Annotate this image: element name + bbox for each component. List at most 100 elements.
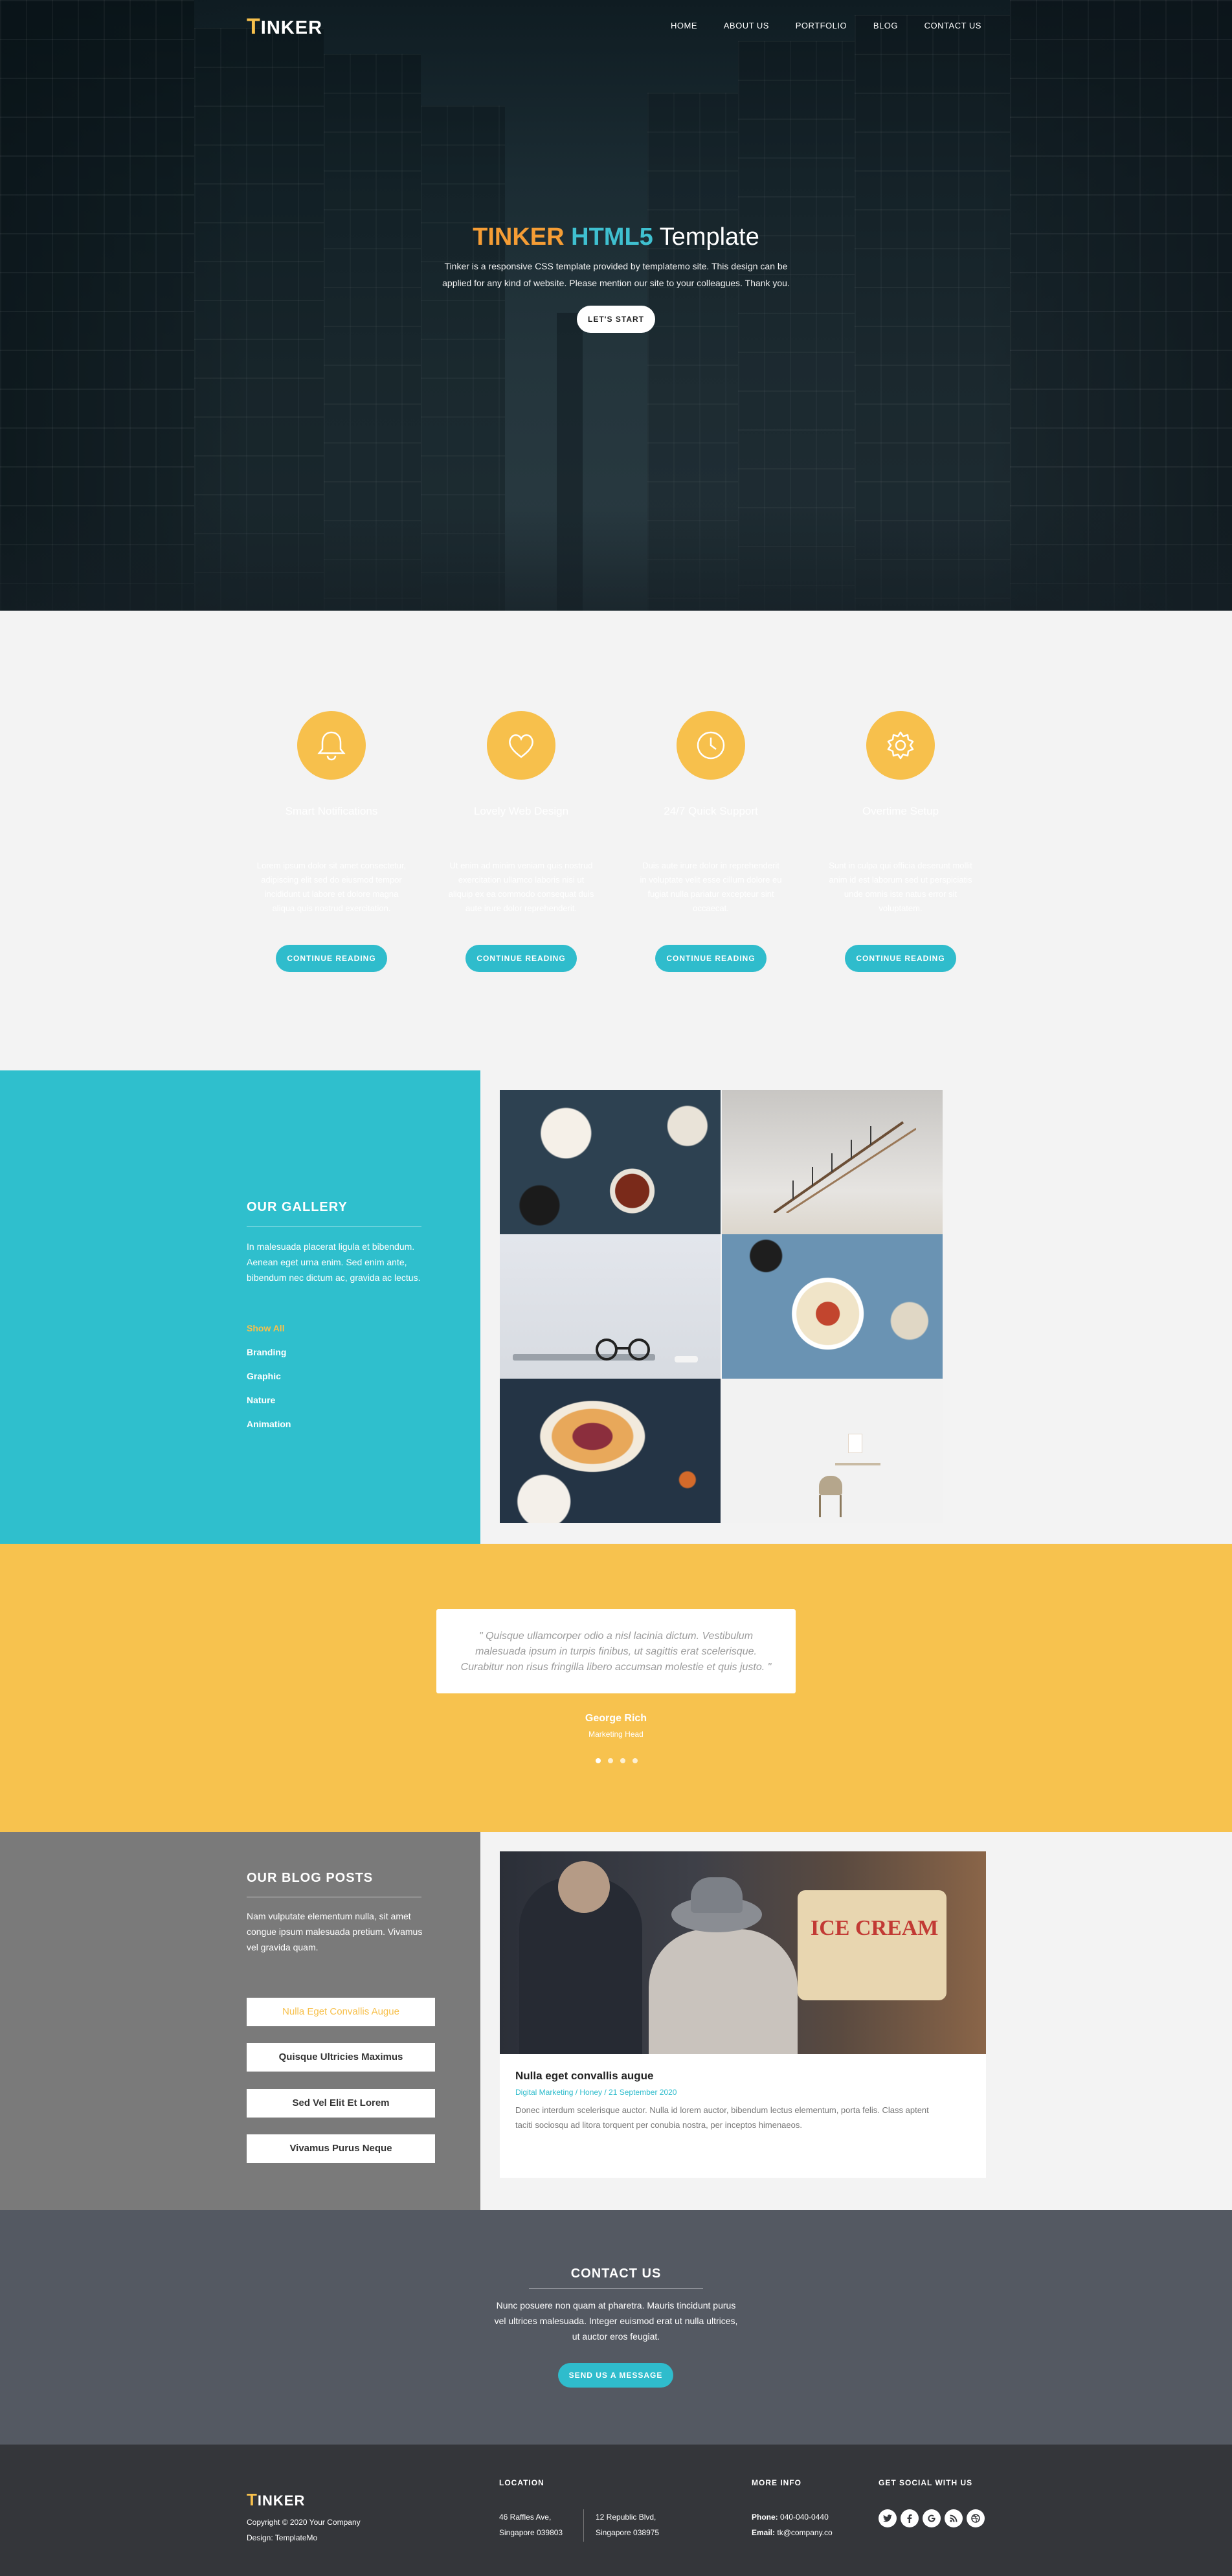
blog-post-link-3[interactable]: Sed Vel Elit Et Lorem: [247, 2089, 435, 2118]
feature-1-continue-button[interactable]: CONTINUE READING: [276, 945, 387, 972]
feature-4-title: Overtime Setup: [862, 805, 939, 817]
blog-post-link-1[interactable]: Nulla Eget Convallis Augue: [247, 1998, 435, 2026]
gallery-image-chair-desk[interactable]: [722, 1379, 943, 1523]
filter-branding[interactable]: Branding: [247, 1347, 286, 1357]
hero-section: TINKER HOME ABOUT US PORTFOLIO BLOG CONT…: [0, 0, 1232, 611]
feature-4-text: Sunt in culpa qui officia deserunt molli…: [829, 861, 972, 913]
footer-logo-initial: T: [247, 2490, 258, 2509]
bell-icon: [317, 731, 346, 761]
feature-3-title: 24/7 Quick Support: [664, 805, 758, 817]
footer-email[interactable]: tk@company.co: [777, 2528, 832, 2537]
feature-1-title: Smart Notifications: [285, 805, 378, 817]
footer-location-heading: LOCATION: [499, 2478, 544, 2487]
blog-post-link-4[interactable]: Vivamus Purus Neque: [247, 2134, 435, 2163]
hero-title-part1: TINKER: [473, 223, 565, 251]
gallery-image-breakfast-bowl[interactable]: [722, 1234, 943, 1379]
contact-title-divider: [529, 2288, 703, 2289]
blog-post-image[interactable]: ICE CREAM: [500, 1851, 986, 2054]
footer-more-info-heading: MORE INFO: [752, 2478, 801, 2487]
nav-contact-us[interactable]: CONTACT US: [924, 21, 981, 30]
testimonial-quote: " Quisque ullamcorper odio a nisl lacini…: [460, 1631, 772, 1673]
lets-start-button[interactable]: LET'S START: [577, 306, 655, 333]
feature-3-icon-circle: [677, 711, 745, 780]
feature-2-title: Lovely Web Design: [473, 805, 569, 817]
carousel-dot-1[interactable]: [596, 1758, 601, 1763]
carousel-dot-2[interactable]: [608, 1758, 613, 1763]
google-icon[interactable]: [923, 2509, 941, 2527]
footer-design-credit[interactable]: Design: TemplateMo: [247, 2530, 317, 2546]
filter-animation[interactable]: Animation: [247, 1419, 291, 1429]
rss-icon[interactable]: [945, 2509, 963, 2527]
hero-title-part3: Template: [659, 223, 759, 251]
filter-nature[interactable]: Nature: [247, 1395, 275, 1405]
blog-post-title[interactable]: Nulla eget convallis augue: [515, 2070, 654, 2083]
features-section: Smart Notifications Lorem ipsum dolor si…: [0, 611, 1232, 1070]
logo-initial: T: [247, 14, 261, 39]
nav-about-us[interactable]: ABOUT US: [724, 21, 769, 30]
hero-description: Tinker is a responsive CSS template prov…: [0, 258, 1232, 291]
testimonial-card: " Quisque ullamcorper odio a nisl lacini…: [436, 1609, 796, 1693]
gallery-image-staircase[interactable]: [722, 1090, 943, 1234]
blog-description: Nam vulputate elementum nulla, sit amet c…: [247, 1911, 423, 1952]
gallery-info-panel: OUR GALLERY In malesuada placerat ligula…: [0, 1070, 480, 1544]
gallery-image-fruit-platter[interactable]: [500, 1379, 721, 1523]
clock-icon: [697, 731, 725, 760]
contact-title: CONTACT US: [570, 2266, 662, 2281]
feature-2-icon-circle: [487, 711, 555, 780]
logo-text: INKER: [260, 17, 323, 38]
testimonial-section: " Quisque ullamcorper odio a nisl lacini…: [0, 1544, 1232, 1832]
filter-graphic[interactable]: Graphic: [247, 1371, 281, 1381]
hero-title-part2: HTML5: [571, 223, 653, 251]
send-message-button[interactable]: SEND US A MESSAGE: [558, 2363, 673, 2388]
footer-address-divider: [583, 2509, 584, 2542]
filter-show-all[interactable]: Show All: [247, 1323, 285, 1333]
footer-contact-info: Phone: 040-040-0440 Email: tk@company.co: [752, 2513, 833, 2537]
blog-post-meta: Digital Marketing / Honey / 21 September…: [515, 2088, 677, 2097]
footer-phone[interactable]: 040-040-0440: [780, 2513, 829, 2522]
blog-post-card: ICE CREAM Nulla eget convallis augue Dig…: [500, 1851, 986, 2178]
feature-1-icon-circle: [297, 711, 366, 780]
dribbble-icon[interactable]: [967, 2509, 985, 2527]
site-footer: TINKER Copyright © 2020 Your Company Des…: [0, 2445, 1232, 2576]
footer-logo[interactable]: TINKER: [247, 2490, 305, 2510]
feature-4-continue-button[interactable]: CONTINUE READING: [845, 945, 956, 972]
feature-4-icon-circle: [866, 711, 935, 780]
feature-2-continue-button[interactable]: CONTINUE READING: [465, 945, 577, 972]
feature-1-text: Lorem ipsum dolor sit amet consectetur, a…: [256, 861, 407, 913]
testimonial-role: Marketing Head: [588, 1730, 644, 1739]
footer-address-2: 12 Republic Blvd, Singapore 038975: [596, 2513, 660, 2537]
hero-desc-line2: applied for any kind of website. Please …: [442, 278, 790, 288]
gallery-title: OUR GALLERY: [247, 1200, 348, 1214]
feature-3-text: Duis aute irure dolor in reprehenderit in…: [640, 861, 782, 913]
nav-blog[interactable]: BLOG: [873, 21, 898, 30]
footer-social-heading: GET SOCIAL WITH US: [879, 2478, 973, 2487]
carousel-dot-3[interactable]: [620, 1758, 625, 1763]
facebook-icon[interactable]: [901, 2509, 919, 2527]
site-logo[interactable]: TINKER: [247, 14, 322, 40]
gallery-description: In malesuada placerat ligula et bibendum…: [247, 1241, 421, 1283]
twitter-icon[interactable]: [879, 2509, 897, 2527]
footer-address-1: 46 Raffles Ave, Singapore 039803: [499, 2513, 563, 2537]
blog-post-link-2[interactable]: Quisque Ultricies Maximus: [247, 2043, 435, 2072]
testimonial-name: George Rich: [585, 1713, 647, 1724]
carousel-dot-4[interactable]: [633, 1758, 638, 1763]
testimonial-dots: [596, 1758, 638, 1763]
contact-section: CONTACT US Nunc posuere non quam at phar…: [0, 2210, 1232, 2445]
nav-home[interactable]: HOME: [671, 21, 697, 30]
blog-info-panel: OUR BLOG POSTS Nam vulputate elementum n…: [0, 1832, 480, 2210]
hero-title: TINKER HTML5 Template: [0, 223, 1232, 251]
street-shadow: [0, 505, 1232, 611]
contact-description: Nunc posuere non quam at pharetra. Mauri…: [494, 2300, 738, 2342]
blog-post-excerpt: Donec interdum scelerisque auctor. Nulla…: [515, 2105, 929, 2130]
gallery-image-glasses-laptop[interactable]: [500, 1234, 721, 1379]
feature-2-text: Ut enim ad minim veniam quis nostrud exer…: [448, 861, 594, 913]
main-nav: HOME ABOUT US PORTFOLIO BLOG CONTACT US: [671, 21, 981, 30]
feature-3-continue-button[interactable]: CONTINUE READING: [655, 945, 767, 972]
footer-copyright: Copyright © 2020 Your Company: [247, 2518, 361, 2527]
blog-post-area: ICE CREAM Nulla eget convallis augue Dig…: [480, 1832, 1232, 2210]
nav-portfolio[interactable]: PORTFOLIO: [796, 21, 847, 30]
gallery-image-tea-flatlay[interactable]: [500, 1090, 721, 1234]
footer-logo-text: INKER: [257, 2492, 306, 2509]
footer-social-icons: [879, 2509, 985, 2527]
gear-icon: [887, 731, 914, 760]
